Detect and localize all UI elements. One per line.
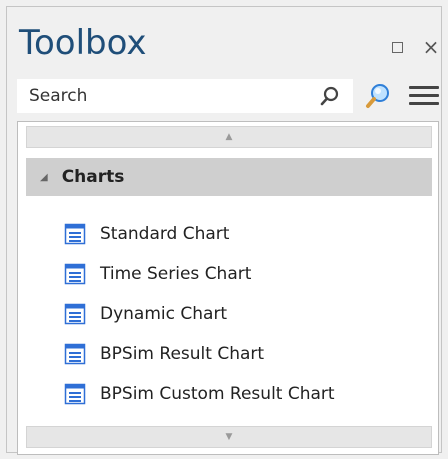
restore-window-icon[interactable] <box>385 35 409 59</box>
toolbox-panel: Toolbox × ▲ ◢ Charts <box>6 6 443 455</box>
chart-element-icon <box>64 343 86 365</box>
search-input[interactable] <box>17 79 353 113</box>
chart-element-icon <box>64 303 86 325</box>
find-toolbox-item-icon[interactable] <box>363 81 393 111</box>
expanded-triangle-icon: ◢ <box>40 171 48 183</box>
item-label: BPSim Custom Result Chart <box>100 384 335 404</box>
category-label: Charts <box>61 167 125 187</box>
hamburger-menu-icon[interactable] <box>409 86 439 108</box>
toolbox-item-standard-chart[interactable]: Standard Chart <box>64 218 229 250</box>
close-icon[interactable]: × <box>419 35 443 59</box>
item-label: Standard Chart <box>100 224 230 244</box>
item-label: Time Series Chart <box>100 264 252 284</box>
scroll-down-button[interactable]: ▼ <box>26 426 432 448</box>
search-row <box>17 79 443 113</box>
toolbox-item-bpsim-custom-result-chart[interactable]: BPSim Custom Result Chart <box>64 378 335 410</box>
toolbox-title: Toolbox <box>19 23 147 63</box>
item-label: BPSim Result Chart <box>100 344 265 364</box>
category-charts[interactable]: ◢ Charts <box>26 158 432 196</box>
chart-element-icon <box>64 383 86 405</box>
toolbox-item-dynamic-chart[interactable]: Dynamic Chart <box>64 298 227 330</box>
chart-element-icon <box>64 223 86 245</box>
magnifier-icon[interactable] <box>317 83 343 109</box>
toolbox-item-bpsim-result-chart[interactable]: BPSim Result Chart <box>64 338 264 370</box>
chart-element-icon <box>64 263 86 285</box>
scroll-up-button[interactable]: ▲ <box>26 126 432 148</box>
toolbox-item-time-series-chart[interactable]: Time Series Chart <box>64 258 251 290</box>
item-label: Dynamic Chart <box>100 304 228 324</box>
toolbox-list: ▲ ◢ Charts Standard Chart Time Series Ch… <box>17 121 439 455</box>
